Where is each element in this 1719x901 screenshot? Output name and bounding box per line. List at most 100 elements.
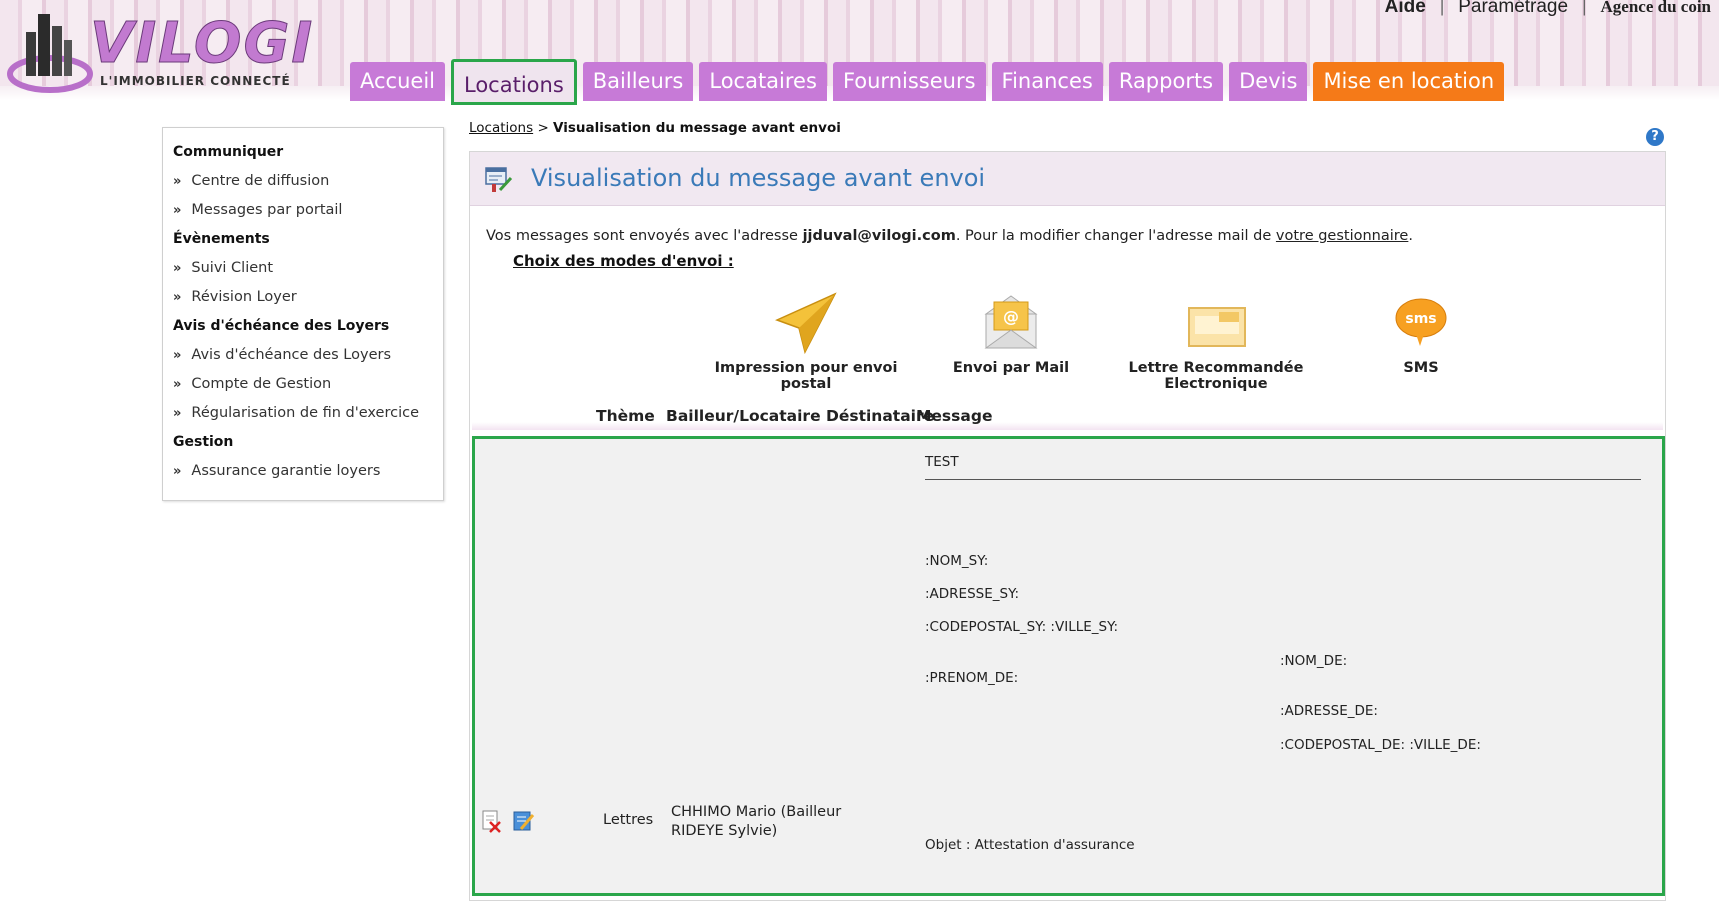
sender-email: jjduval@vilogi.com <box>802 228 956 244</box>
double-chevron-icon: » <box>173 174 182 189</box>
sender-info-suffix: . <box>1408 228 1413 244</box>
double-chevron-icon: » <box>173 348 182 363</box>
row-actions <box>479 809 535 833</box>
column-header-destinataire: Bailleur/Locataire Déstinataire <box>666 407 935 425</box>
sidebar-item-revision-loyer[interactable]: » Révision Loyer <box>163 283 443 312</box>
column-header-theme: Thème <box>596 407 655 425</box>
mode-email[interactable]: @ Envoi par Mail <box>901 292 1121 376</box>
page-title: Visualisation du message avant envoi <box>531 164 986 192</box>
sms-bubble-icon: sms <box>1395 298 1447 346</box>
tab-fournisseurs[interactable]: Fournisseurs <box>832 62 986 101</box>
breadcrumb-current: Visualisation du message avant envoi <box>553 120 841 136</box>
sidebar-group-title: Évènements <box>173 231 270 247</box>
sidebar-item-avis-echeance[interactable]: » Avis d'échéance des Loyers <box>163 341 443 370</box>
tab-locations[interactable]: Locations <box>451 59 577 105</box>
sidebar-item-label: Compte de Gestion <box>191 376 332 392</box>
message-field-adresse-de: :ADRESSE_DE: <box>1280 703 1378 719</box>
mode-registered-letter[interactable]: Lettre Recommandée Electronique <box>1106 292 1326 392</box>
double-chevron-icon: » <box>173 406 182 421</box>
top-link-separator: | <box>1582 0 1587 16</box>
paper-plane-icon <box>775 292 837 354</box>
double-chevron-icon: » <box>173 290 182 305</box>
table-row: Lettres CHHIMO Mario (Bailleur RIDEYE Sy… <box>472 436 1665 896</box>
message-field-nom-sy: :NOM_SY: <box>925 553 989 569</box>
message-divider <box>925 479 1641 480</box>
sidebar-item-assurance-garantie[interactable]: » Assurance garantie loyers <box>163 457 443 486</box>
cell-theme: Lettres <box>603 812 654 828</box>
breadcrumb-separator: > <box>537 120 549 136</box>
sidebar-item-suivi-client[interactable]: » Suivi Client <box>163 254 443 283</box>
edit-icon[interactable] <box>511 809 535 833</box>
sidebar-group-title: Avis d'échéance des Loyers <box>173 318 390 334</box>
column-header-message: Message <box>916 407 993 425</box>
building-logo-icon <box>7 14 93 93</box>
message-preview-panel: Visualisation du message avant envoi Vos… <box>469 151 1666 901</box>
sidebar-item-label: Régularisation de fin d'exercice <box>191 405 419 421</box>
sender-info-prefix: Vos messages sont envoyés avec l'adresse <box>486 228 803 244</box>
aide-link[interactable]: Aide <box>1385 0 1426 18</box>
message-field-adresse-sy: :ADRESSE_SY: <box>925 586 1020 602</box>
tab-accueil[interactable]: Accueil <box>350 62 445 101</box>
logo-brand: VILOGI <box>89 11 315 76</box>
breadcrumb: Locations > Visualisation du message ava… <box>469 120 841 136</box>
mode-label: Impression pour envoi postal <box>714 360 898 392</box>
double-chevron-icon: » <box>173 464 182 479</box>
registered-letter-icon <box>1188 307 1246 347</box>
sidebar-group-title: Gestion <box>173 434 234 450</box>
table-header: Thème Bailleur/Locataire Déstinataire Me… <box>472 404 1663 430</box>
send-modes-title: Choix des modes d'envoi : <box>513 252 734 270</box>
sender-info-middle: . Pour la modifier changer l'adresse mai… <box>955 228 1276 244</box>
tab-rapports[interactable]: Rapports <box>1108 62 1224 101</box>
main-tabs: Accueil Locations Bailleurs Locataires F… <box>350 59 1505 105</box>
double-chevron-icon: » <box>173 377 182 392</box>
sidebar-item-centre-de-diffusion[interactable]: » Centre de diffusion <box>163 167 443 196</box>
help-icon[interactable]: ? <box>1646 128 1664 146</box>
sidebar-item-regularisation[interactable]: » Régularisation de fin d'exercice <box>163 399 443 428</box>
parametrage-link[interactable]: Paramétrage <box>1458 0 1568 18</box>
delete-icon[interactable] <box>479 809 503 833</box>
mode-sms[interactable]: sms SMS <box>1311 292 1531 376</box>
sidebar-item-messages-par-portail[interactable]: » Messages par portail <box>163 196 443 225</box>
agency-link[interactable]: Agence du coin <box>1601 0 1712 17</box>
cell-destinataire: CHHIMO Mario (Bailleur RIDEYE Sylvie) <box>671 804 842 839</box>
sidebar-item-label: Révision Loyer <box>191 289 297 305</box>
logo-tagline: L'IMMOBILIER CONNECTÉ <box>100 74 291 88</box>
tab-locataires[interactable]: Locataires <box>699 62 827 101</box>
sender-info: Vos messages sont envoyés avec l'adresse… <box>486 228 1413 244</box>
top-links: Aide | Paramétrage | Agence du coin <box>1385 0 1711 18</box>
tab-finances[interactable]: Finances <box>991 62 1103 101</box>
sidebar-item-label: Suivi Client <box>191 260 274 276</box>
mail-envelope-icon: @ <box>984 295 1038 349</box>
svg-text:@: @ <box>1003 307 1019 326</box>
tab-bailleurs[interactable]: Bailleurs <box>582 62 694 101</box>
double-chevron-icon: » <box>173 261 182 276</box>
sidebar-item-label: Messages par portail <box>191 202 343 218</box>
top-link-separator: | <box>1439 0 1445 16</box>
sidebar-item-compte-de-gestion[interactable]: » Compte de Gestion <box>163 370 443 399</box>
mode-label: SMS <box>1403 360 1439 376</box>
sidebar-item-label: Assurance garantie loyers <box>191 463 381 479</box>
header: VILOGI L'IMMOBILIER CONNECTÉ Aide | Para… <box>0 0 1719 105</box>
message-field-cp-ville-sy: :CODEPOSTAL_SY: :VILLE_SY: <box>925 619 1119 635</box>
sidebar-group-title: Communiquer <box>173 144 284 160</box>
mode-postal-print[interactable]: Impression pour envoi postal <box>696 292 916 392</box>
gestionnaire-link[interactable]: votre gestionnaire <box>1276 228 1408 244</box>
mode-label: Lettre Recommandée Electronique <box>1128 360 1304 392</box>
tab-mise-en-location[interactable]: Mise en location <box>1313 62 1505 101</box>
message-field-prenom-de: :PRENOM_DE: <box>925 670 1019 686</box>
vilogi-logo[interactable]: VILOGI L'IMMOBILIER CONNECTÉ <box>4 4 324 96</box>
sms-icon-text: sms <box>1405 311 1436 327</box>
double-chevron-icon: » <box>173 203 182 218</box>
sidebar-item-label: Avis d'échéance des Loyers <box>191 347 392 363</box>
message-field-cp-ville-de: :CODEPOSTAL_DE: :VILLE_DE: <box>1280 737 1481 753</box>
message-header: TEST <box>925 454 959 470</box>
mode-label: Envoi par Mail <box>952 360 1070 376</box>
message-objet: Objet : Attestation d'assurance <box>925 837 1135 853</box>
message-field-nom-de: :NOM_DE: <box>1280 653 1348 669</box>
panel-header: Visualisation du message avant envoi <box>470 152 1665 206</box>
breadcrumb-link-locations[interactable]: Locations <box>469 120 533 136</box>
tab-devis[interactable]: Devis <box>1229 62 1308 101</box>
sidebar: Communiquer » Centre de diffusion » Messag… <box>162 127 444 501</box>
message-preview-icon <box>485 167 513 192</box>
sidebar-item-label: Centre de diffusion <box>191 173 330 189</box>
